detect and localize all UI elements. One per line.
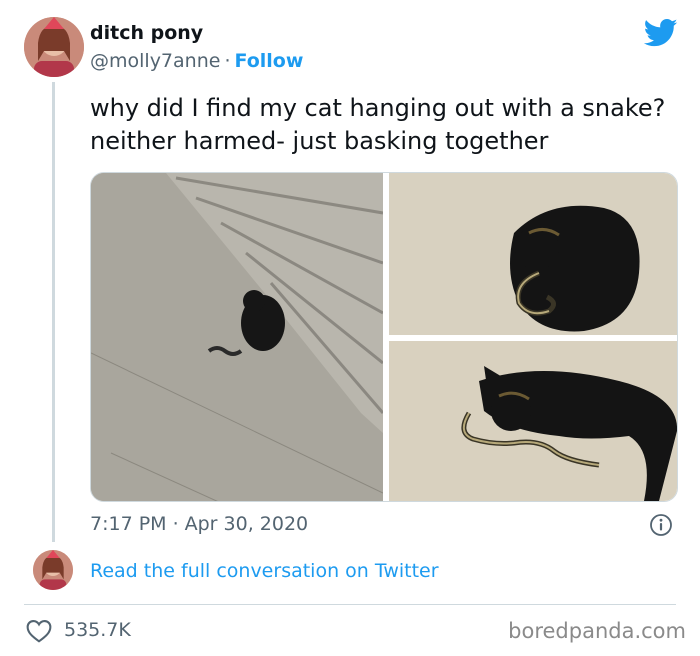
info-icon[interactable]: [649, 513, 673, 537]
handle-row: @molly7anne · Follow: [90, 50, 303, 72]
avatar-image: [24, 17, 84, 77]
tweet-date: Apr 30, 2020: [184, 513, 309, 535]
divider: [24, 604, 676, 605]
separator-dot: ·: [172, 513, 179, 535]
media-grid[interactable]: [90, 172, 678, 502]
avatar-small[interactable]: [33, 550, 73, 590]
display-name[interactable]: ditch pony: [90, 22, 203, 44]
separator-dot: ·: [224, 50, 231, 72]
thread-line: [52, 82, 55, 542]
watermark: boredpanda.com: [508, 619, 686, 643]
like-count: 535.7K: [64, 619, 131, 641]
photo-cat-stretched-with-snake[interactable]: [389, 341, 677, 501]
tweet-text: why did I find my cat hanging out with a…: [90, 94, 666, 155]
read-conversation-link[interactable]: Read the full conversation on Twitter: [90, 560, 439, 582]
follow-button[interactable]: Follow: [235, 50, 304, 72]
avatar[interactable]: [24, 17, 84, 77]
photo-cat-curled-with-snake[interactable]: [389, 173, 677, 335]
twitter-bird-icon[interactable]: [644, 18, 678, 48]
avatar-image: [33, 550, 73, 590]
tweet-time: 7:17 PM: [90, 513, 167, 535]
photo-cat-and-snake-by-wall[interactable]: [91, 173, 383, 501]
user-handle[interactable]: @molly7anne: [90, 50, 220, 72]
tweet-timestamp[interactable]: 7:17 PM · Apr 30, 2020: [90, 513, 308, 535]
heart-icon[interactable]: [26, 619, 52, 643]
